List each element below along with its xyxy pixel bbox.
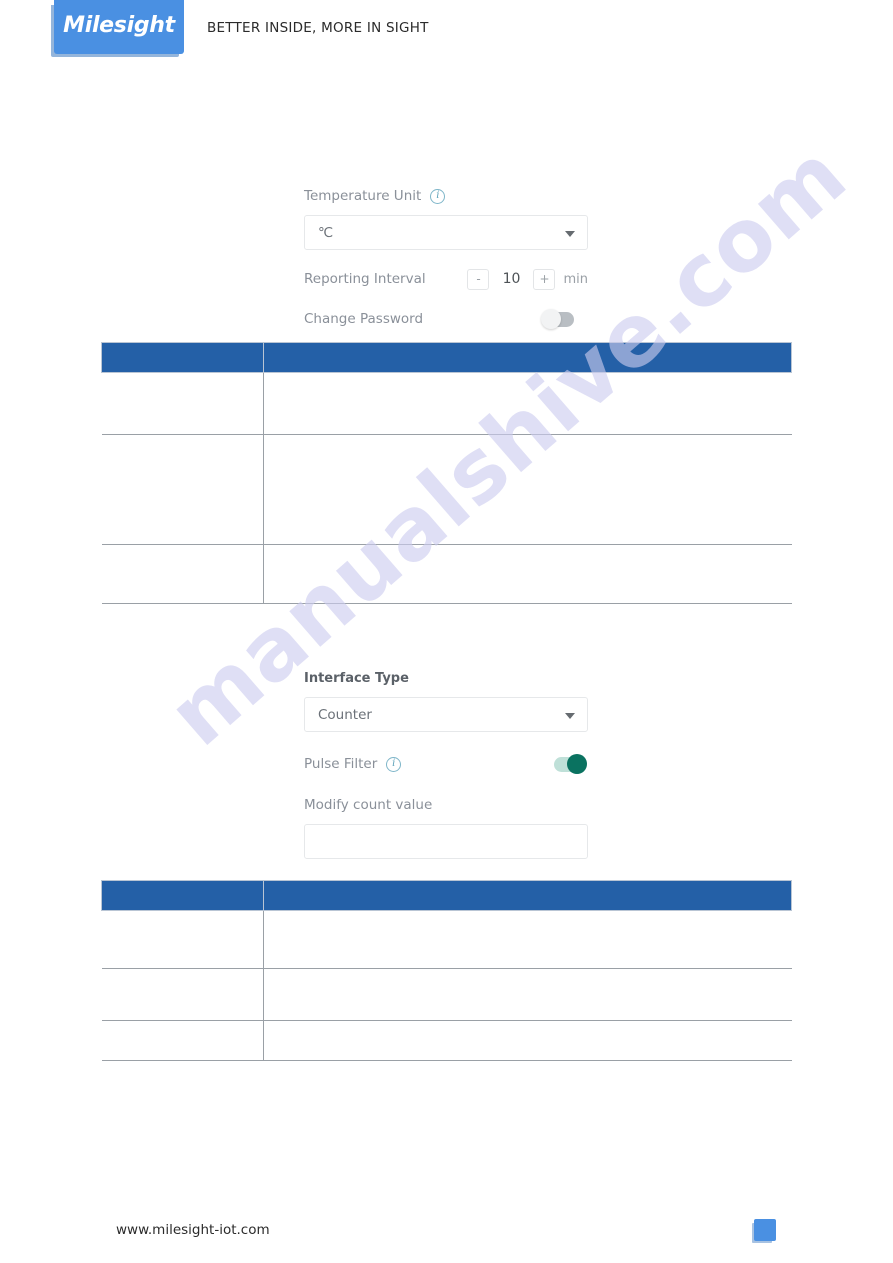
cell-description bbox=[263, 544, 792, 604]
chevron-down-icon bbox=[565, 712, 575, 719]
cell-item bbox=[101, 434, 264, 545]
reporting-interval-label: Reporting Interval bbox=[304, 271, 426, 287]
decrement-button[interactable]: - bbox=[467, 268, 490, 290]
modify-count-value-input[interactable] bbox=[304, 824, 588, 859]
interface-settings-panel: Interface Type Counter Pulse Filter i Mo… bbox=[304, 668, 588, 859]
cell-description bbox=[263, 372, 792, 435]
pulse-filter-label: Pulse Filter bbox=[304, 756, 378, 772]
page-footer: www.milesight-iot.com bbox=[0, 1205, 893, 1255]
table-header-row bbox=[101, 880, 792, 911]
reporting-interval-stepper: - 10 + min bbox=[467, 268, 588, 290]
reporting-interval-unit: min bbox=[563, 271, 588, 287]
reporting-interval-row: Reporting Interval - 10 + min bbox=[304, 264, 588, 294]
increment-button[interactable]: + bbox=[533, 268, 556, 290]
interface-type-label-row: Interface Type bbox=[304, 668, 588, 688]
change-password-toggle[interactable] bbox=[541, 309, 574, 329]
cell-item bbox=[101, 910, 264, 969]
info-circle-icon[interactable]: i bbox=[430, 188, 446, 204]
chevron-down-icon bbox=[565, 230, 575, 237]
brand-tagline: BETTER INSIDE, MORE IN SIGHT bbox=[207, 20, 429, 36]
general-parameters-table bbox=[101, 342, 792, 604]
cell-item bbox=[101, 544, 264, 604]
change-password-label: Change Password bbox=[304, 311, 424, 327]
interface-type-label: Interface Type bbox=[304, 670, 409, 686]
page-number-badge bbox=[754, 1219, 776, 1241]
milesight-logo: Milesight bbox=[54, 0, 184, 54]
general-settings-panel: Temperature Unit i ℃ Reporting Interval … bbox=[304, 186, 588, 334]
table-row bbox=[101, 1020, 792, 1061]
table-row bbox=[101, 968, 792, 1021]
pulse-filter-toggle[interactable] bbox=[554, 754, 587, 774]
cell-description bbox=[263, 1020, 792, 1061]
table-row bbox=[101, 372, 792, 435]
interface-type-value: Counter bbox=[318, 706, 372, 723]
column-header-item bbox=[101, 342, 264, 373]
footer-website-url[interactable]: www.milesight-iot.com bbox=[116, 1222, 270, 1238]
temperature-unit-label-row: Temperature Unit i bbox=[304, 186, 588, 206]
modify-count-value-label: Modify count value bbox=[304, 797, 433, 813]
table-row bbox=[101, 434, 792, 545]
modify-count-value-label-row: Modify count value bbox=[304, 795, 588, 815]
table-row bbox=[101, 544, 792, 604]
interface-type-select[interactable]: Counter bbox=[304, 697, 588, 732]
cell-description bbox=[263, 434, 792, 545]
table-row bbox=[101, 910, 792, 969]
interface-parameters-table bbox=[101, 880, 792, 1061]
cell-description bbox=[263, 968, 792, 1021]
temperature-unit-label: Temperature Unit bbox=[304, 188, 422, 204]
table-header-row bbox=[101, 342, 792, 373]
change-password-row: Change Password bbox=[304, 304, 588, 334]
info-circle-icon[interactable]: i bbox=[386, 756, 402, 772]
temperature-unit-value: ℃ bbox=[318, 224, 334, 241]
column-header-description bbox=[263, 342, 792, 373]
cell-item bbox=[101, 372, 264, 435]
column-header-description bbox=[263, 880, 792, 911]
cell-item bbox=[101, 1020, 264, 1061]
temperature-unit-select[interactable]: ℃ bbox=[304, 215, 588, 250]
toggle-knob bbox=[541, 309, 561, 329]
logo-wordmark: Milesight bbox=[63, 13, 175, 38]
page-header: Milesight BETTER INSIDE, MORE IN SIGHT bbox=[0, 0, 893, 70]
pulse-filter-row: Pulse Filter i bbox=[304, 749, 588, 779]
reporting-interval-value[interactable]: 10 bbox=[489, 271, 533, 287]
column-header-item bbox=[101, 880, 264, 911]
cell-item bbox=[101, 968, 264, 1021]
toggle-knob bbox=[567, 754, 587, 774]
cell-description bbox=[263, 910, 792, 969]
